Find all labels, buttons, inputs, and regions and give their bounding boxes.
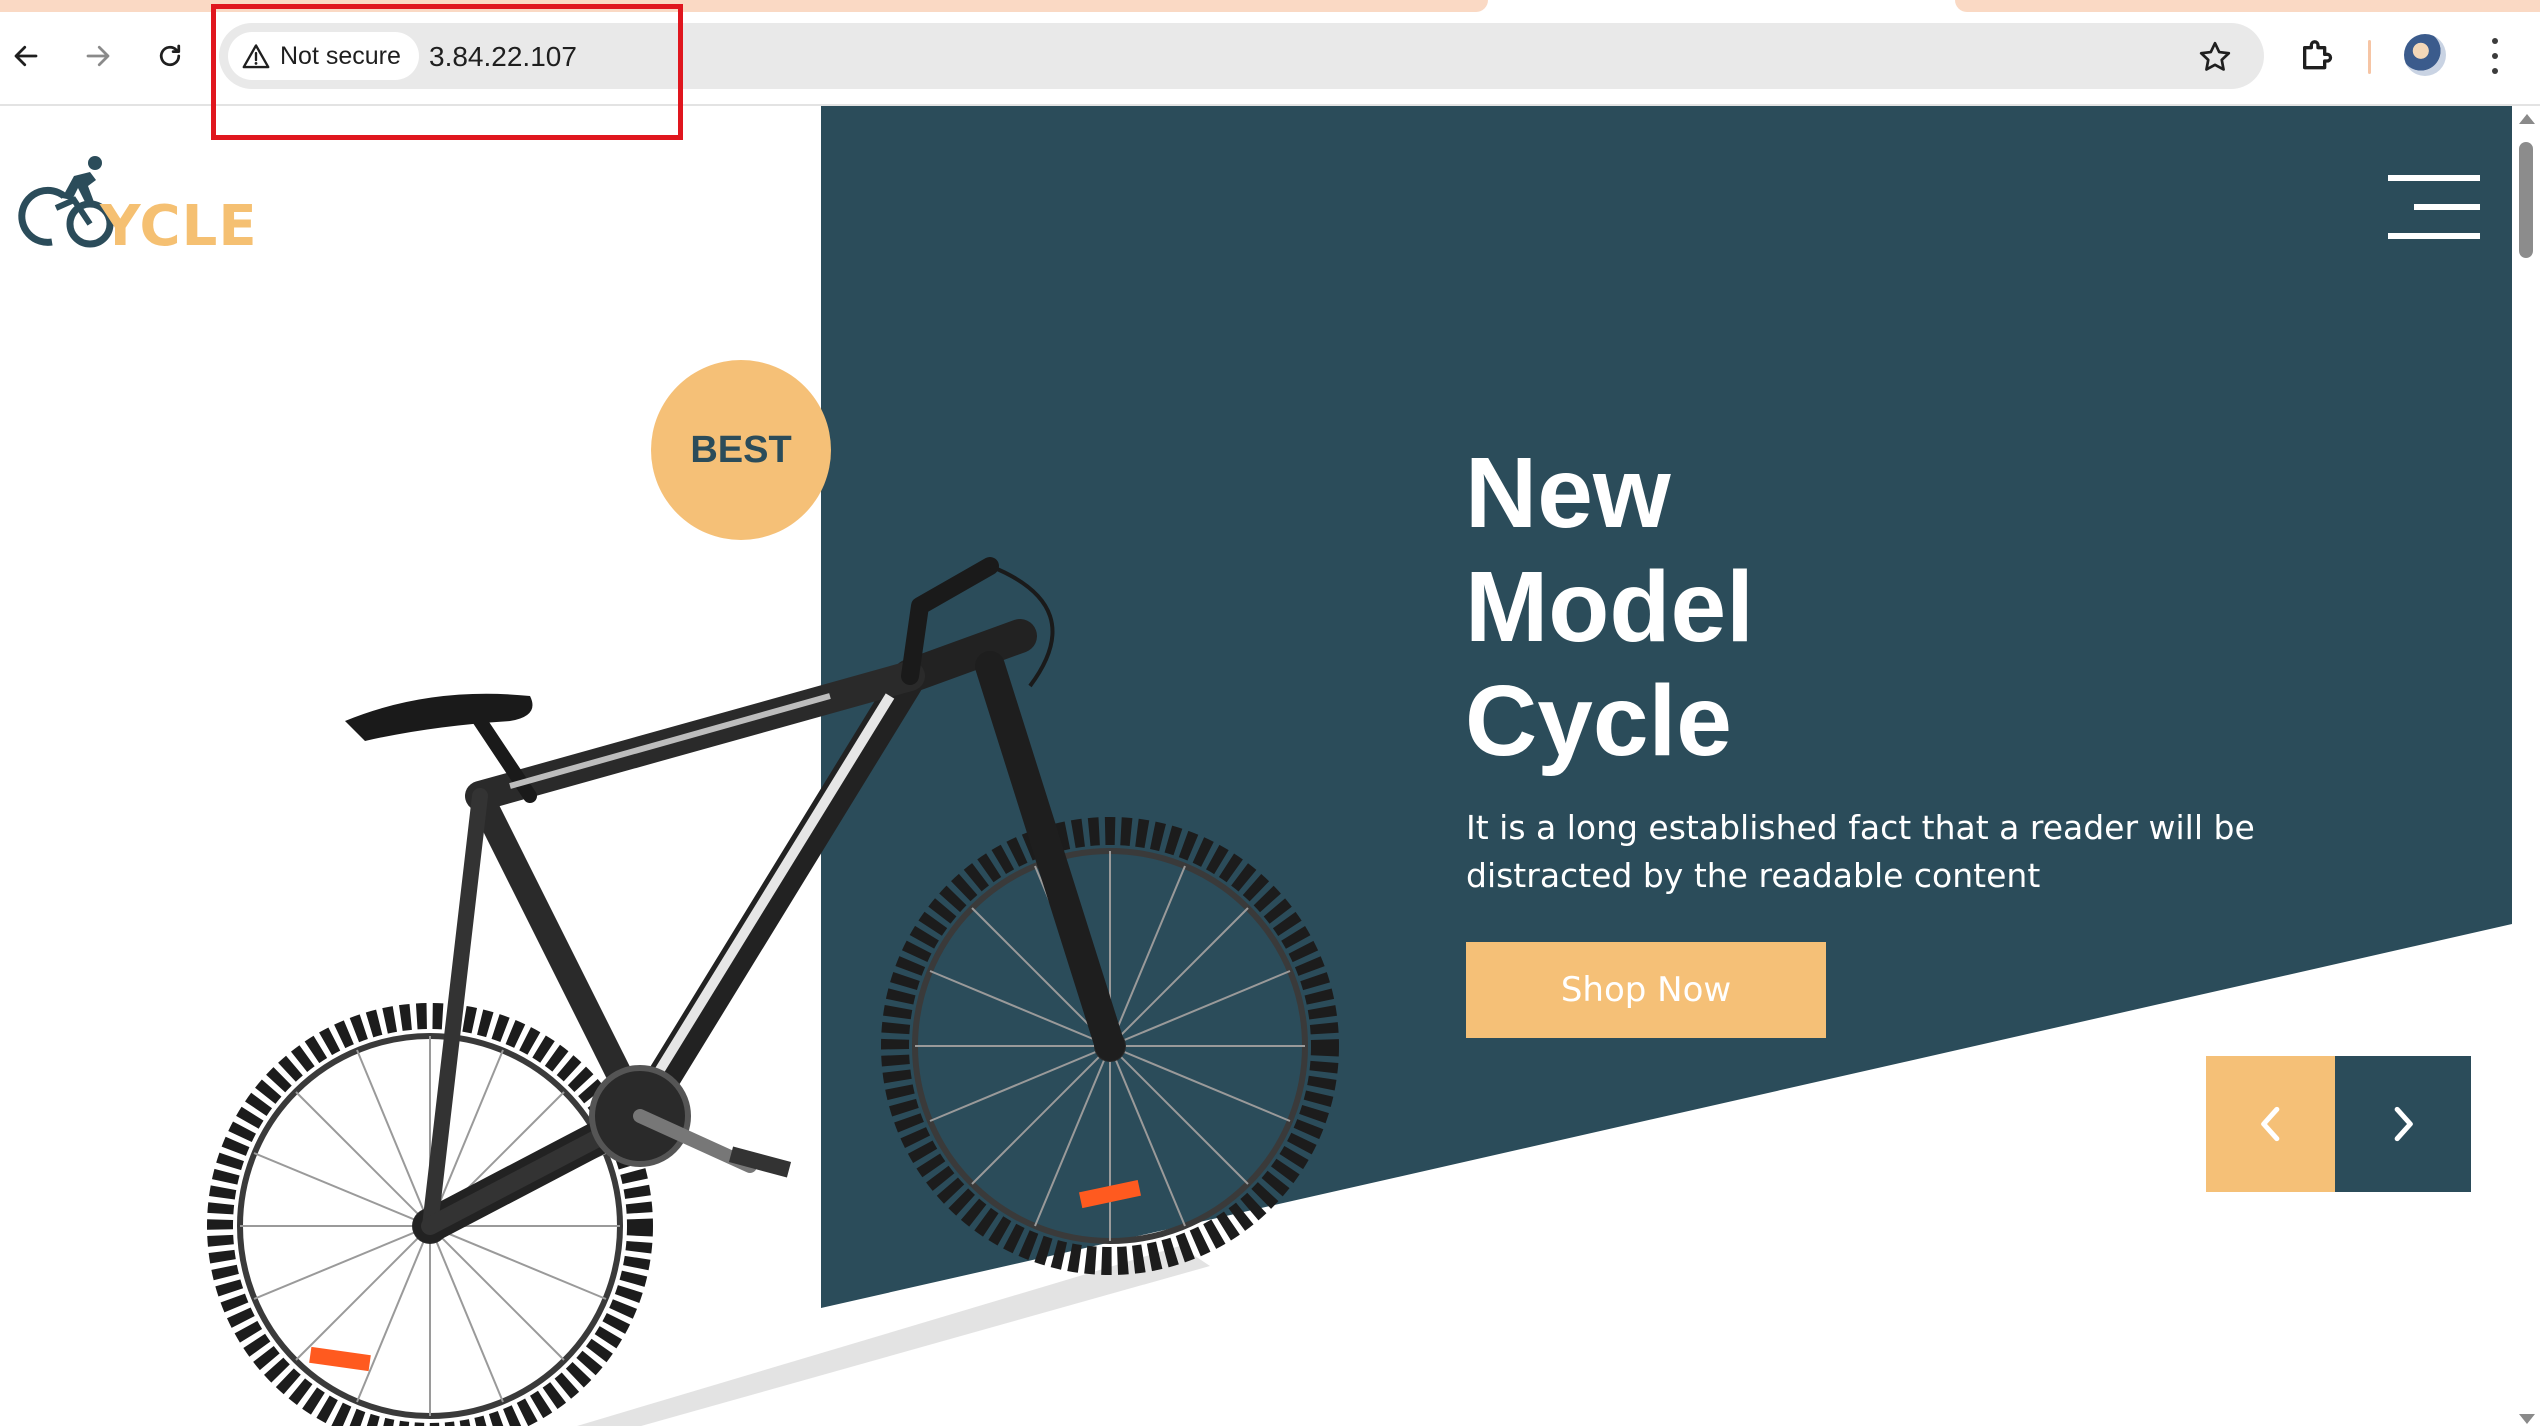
mountain-bike-image <box>207 557 1339 1426</box>
url-highlight-box <box>211 4 683 140</box>
page-scrollbar[interactable] <box>2512 106 2540 1426</box>
hamburger-menu-icon[interactable] <box>2388 175 2480 239</box>
chevron-right-icon <box>2394 1106 2413 1142</box>
logo-text[interactable]: YCLE <box>100 194 258 259</box>
headline-line-3: Cycle <box>1465 665 1732 777</box>
forward-button[interactable] <box>78 36 118 76</box>
toolbar-divider <box>2368 40 2371 74</box>
back-arrow-icon <box>14 45 38 67</box>
scroll-down-arrow-icon[interactable] <box>2519 1414 2535 1424</box>
back-button[interactable] <box>6 36 46 76</box>
page-viewport: YCLE BEST New Model Cycle It is a long e… <box>0 106 2512 1426</box>
profile-avatar[interactable] <box>2404 34 2446 76</box>
shop-now-label: Shop Now <box>1560 970 1732 1010</box>
tab-strip-right[interactable] <box>1955 0 2540 12</box>
shop-now-button[interactable]: Shop Now <box>1466 942 1826 1038</box>
kebab-menu-icon[interactable] <box>2480 34 2510 78</box>
scroll-up-arrow-icon[interactable] <box>2519 114 2535 124</box>
hero-headline: New Model Cycle <box>1465 436 1754 778</box>
best-badge: BEST <box>651 360 831 540</box>
reload-icon <box>159 44 181 67</box>
reload-button[interactable] <box>150 36 190 76</box>
extensions-puzzle-icon[interactable] <box>2298 36 2338 76</box>
bookmark-star-icon[interactable] <box>2197 39 2233 75</box>
best-badge-label: BEST <box>690 428 792 471</box>
forward-arrow-icon <box>86 45 110 67</box>
headline-line-1: New <box>1465 437 1671 549</box>
chevron-left-icon <box>2260 1106 2279 1142</box>
carousel-next-button[interactable] <box>2335 1056 2471 1192</box>
scrollbar-thumb[interactable] <box>2519 142 2533 258</box>
headline-line-2: Model <box>1465 551 1754 663</box>
carousel-prev-button[interactable] <box>2206 1056 2335 1192</box>
hero-description: It is a long established fact that a rea… <box>1466 808 2255 895</box>
